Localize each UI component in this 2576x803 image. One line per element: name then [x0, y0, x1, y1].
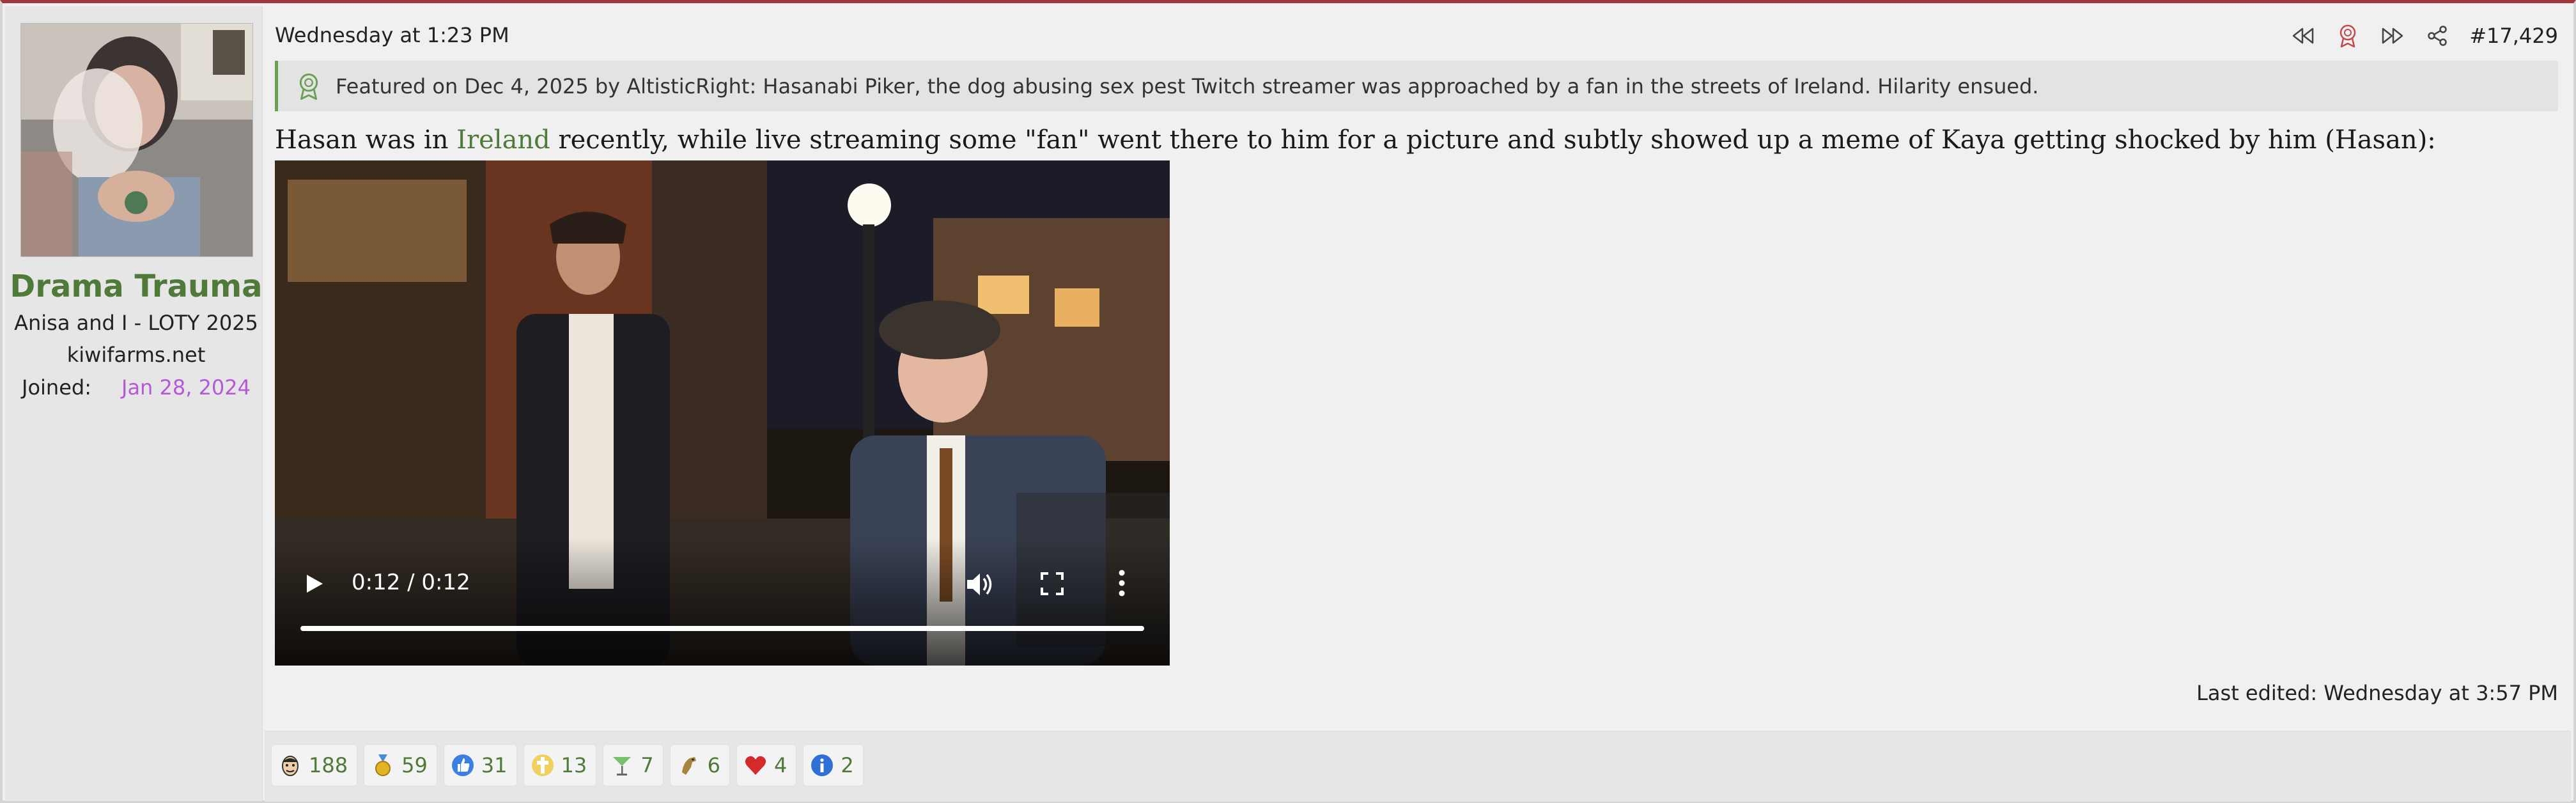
- reaction-horse[interactable]: 6: [669, 744, 730, 786]
- post-number[interactable]: #17,429: [2469, 24, 2558, 48]
- reaction-face[interactable]: 188: [271, 744, 358, 786]
- reaction-count: 6: [707, 753, 720, 777]
- video-progress-bar[interactable]: [300, 626, 1144, 631]
- last-edited[interactable]: Last edited: Wednesday at 3:57 PM: [2196, 681, 2558, 705]
- video-player[interactable]: 0:12 / 0:12: [275, 160, 1170, 666]
- user-url: kiwifarms.net: [66, 343, 206, 367]
- post-main: Wednesday at 1:23 PM #17,429 Featured on…: [265, 6, 2571, 802]
- body-text-start: Hasan was in: [275, 125, 457, 155]
- video-controls: [275, 538, 1170, 666]
- fast-forward-icon[interactable]: [2380, 23, 2405, 49]
- reaction-count: 31: [481, 753, 508, 777]
- joined-date: Jan 28, 2024: [121, 375, 251, 400]
- award-icon: [299, 73, 318, 100]
- joined-label: Joined:: [22, 375, 91, 400]
- heart-icon: [743, 753, 768, 777]
- avatar-image: [21, 24, 252, 256]
- volume-icon[interactable]: [964, 570, 993, 599]
- body-text-end: recently, while live streaming some "fan…: [550, 125, 2436, 155]
- fullscreen-icon[interactable]: [1039, 571, 1065, 596]
- reaction-cross[interactable]: 13: [523, 744, 597, 786]
- reaction-count: 13: [561, 753, 587, 777]
- info-icon: [810, 753, 834, 777]
- reaction-info[interactable]: 2: [803, 744, 864, 786]
- video-progress-fill: [300, 626, 1144, 631]
- reaction-heart[interactable]: 4: [736, 744, 797, 786]
- featured-text: Featured on Dec 4, 2025 by AltisticRight…: [336, 74, 2039, 98]
- face-icon: [278, 753, 302, 777]
- reaction-medal[interactable]: 59: [364, 744, 437, 786]
- reactions-list: 188 59 31 13 7 6 4 2: [271, 744, 864, 786]
- reaction-count: 59: [401, 753, 428, 777]
- post-body: Hasan was in Ireland recently, while liv…: [275, 125, 2436, 155]
- user-title: Anisa and I - LOTY 2025: [14, 311, 258, 335]
- post-container: Drama Trauma Anisa and I - LOTY 2025 kiw…: [0, 0, 2576, 803]
- avatar[interactable]: [20, 23, 253, 257]
- more-options-icon[interactable]: [1117, 568, 1126, 598]
- featured-banner: Featured on Dec 4, 2025 by AltisticRight…: [275, 61, 2558, 111]
- share-icon[interactable]: [2425, 23, 2450, 49]
- thumbs-up-icon: [451, 753, 475, 777]
- medal-icon: [371, 753, 395, 777]
- reaction-cocktail[interactable]: 7: [603, 744, 663, 786]
- rewind-icon[interactable]: [2290, 23, 2316, 49]
- reaction-count: 7: [640, 753, 654, 777]
- reaction-count: 4: [773, 753, 788, 777]
- reaction-thumbs-up[interactable]: 31: [443, 744, 517, 786]
- award-icon[interactable]: [2335, 23, 2361, 49]
- user-sidebar: Drama Trauma Anisa and I - LOTY 2025 kiw…: [5, 6, 263, 801]
- username[interactable]: Drama Trauma: [5, 269, 267, 304]
- reactions-bar: 188 59 31 13 7 6 4 2: [265, 731, 2571, 802]
- post-date[interactable]: Wednesday at 1:23 PM: [275, 23, 509, 47]
- ireland-link[interactable]: Ireland: [456, 125, 550, 155]
- horse-icon: [677, 753, 701, 777]
- reaction-count: 188: [309, 753, 348, 777]
- video-time: 0:12 / 0:12: [352, 570, 470, 595]
- cocktail-icon: [610, 753, 634, 777]
- post-tools: #17,429: [2290, 22, 2558, 50]
- cross-icon: [531, 753, 555, 777]
- play-icon[interactable]: [303, 573, 325, 595]
- reaction-count: 2: [841, 753, 854, 777]
